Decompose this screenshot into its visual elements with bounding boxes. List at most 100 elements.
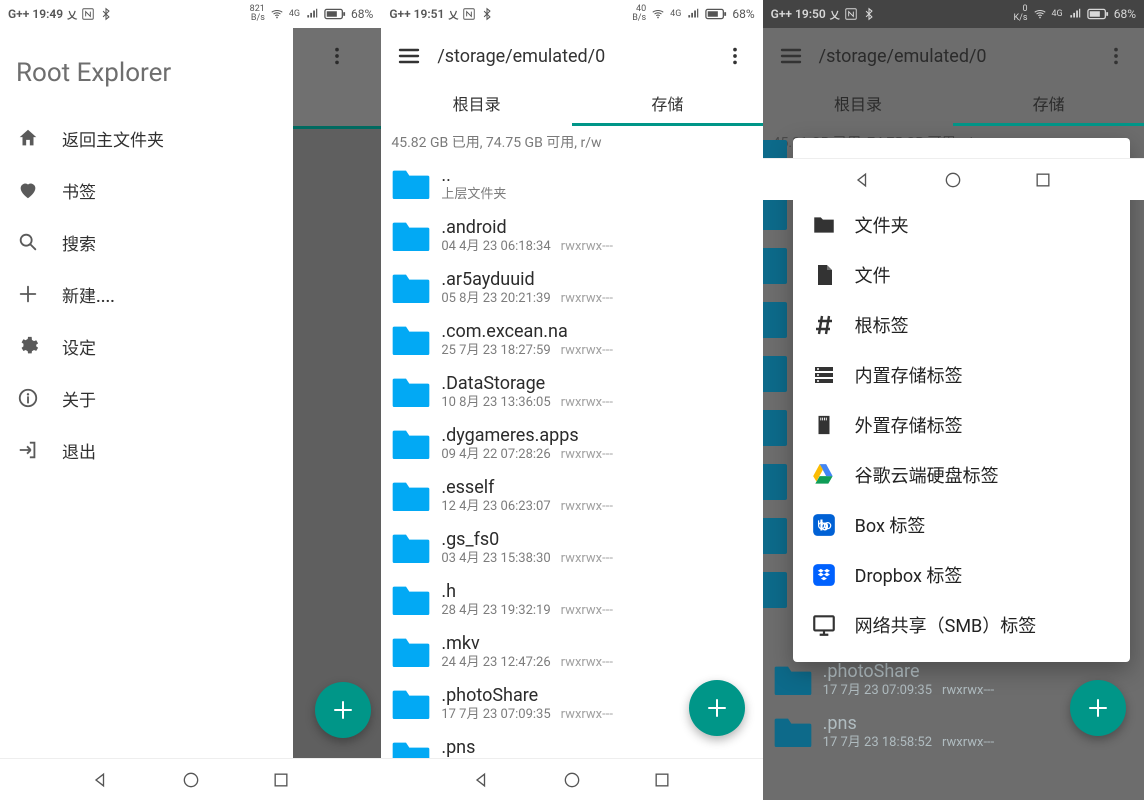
nav-recents-icon[interactable] [271, 770, 291, 790]
file-date: 05 8月 23 20:21:39 [441, 291, 550, 307]
nav-recents-icon[interactable] [652, 770, 672, 790]
file-row[interactable]: .ar5ayduuid 05 8月 23 20:21:39rwxrwx--- [381, 262, 762, 314]
battery-icon [1087, 8, 1109, 20]
popup-label: 内置存储标签 [855, 362, 963, 388]
overflow-icon[interactable] [326, 45, 348, 67]
popup-label: 文件夹 [855, 212, 909, 238]
fab-add[interactable] [689, 680, 745, 736]
tab-storage[interactable]: 存储 [572, 84, 763, 126]
popup-item-box-tab[interactable]: Box 标签 [793, 500, 1130, 550]
file-name: .. [441, 165, 506, 187]
gdrive-icon [811, 462, 837, 488]
status-time: G++ 19:51 [389, 7, 444, 21]
folder-icon [391, 271, 431, 305]
tab-storage[interactable]: 存储 [953, 84, 1144, 126]
nav-home-icon[interactable] [562, 770, 582, 790]
file-row[interactable]: .mkv 24 4月 23 12:47:26rwxrwx--- [381, 626, 762, 678]
file-perm: rwxrwx--- [942, 683, 994, 699]
popup-label: 外置存储标签 [855, 412, 963, 438]
net-speed: 40 B/s [632, 5, 646, 23]
net-speed: 0 K/s [1013, 5, 1027, 23]
overflow-icon[interactable] [1094, 34, 1138, 78]
hamburger-icon[interactable] [769, 34, 813, 78]
nav-home-icon[interactable] [943, 170, 963, 190]
popup-label: 根标签 [855, 312, 909, 338]
wifi-icon [270, 7, 284, 21]
file-name: .dygameres.apps [441, 425, 613, 447]
scrim[interactable] [293, 28, 381, 758]
nav-recents-icon[interactable] [1033, 170, 1053, 190]
popup-item-dropbox-tab[interactable]: Dropbox 标签 [793, 550, 1130, 600]
nav-back-icon[interactable] [472, 770, 492, 790]
file-row[interactable]: .android 04 4月 23 06:18:34rwxrwx--- [381, 210, 762, 262]
status-bar: G++ 19:51 乂 40 B/s 4G 68% [381, 0, 762, 28]
file-row[interactable]: .pns 17 7月 23 18:58:52rwxrwx--- [381, 730, 762, 758]
file-date: 12 4月 23 06:23:07 [441, 499, 550, 515]
battery-percent: 68% [1114, 7, 1136, 21]
file-row[interactable]: .dygameres.apps 09 4月 22 07:28:26rwxrwx-… [381, 418, 762, 470]
file-perm: rwxrwx--- [561, 499, 613, 515]
folder-icon [391, 427, 431, 461]
storage-icon [811, 362, 837, 388]
status-bar: G++ 19:50 乂 0 K/s 4G 68% [763, 0, 1144, 28]
file-name: .h [441, 581, 613, 603]
drawer-label: 退出 [62, 438, 96, 463]
hash-icon [811, 312, 837, 338]
popup-label: 文件 [855, 262, 891, 288]
file-row[interactable]: .com.excean.na 25 7月 23 18:27:59rwxrwx--… [381, 314, 762, 366]
gear-icon [16, 334, 40, 358]
signal-icon [686, 7, 700, 21]
drawer-label: 关于 [62, 386, 96, 411]
drawer-item-home[interactable]: 返回主文件夹 [0, 112, 293, 164]
tabs: 根目录 存储 [763, 84, 1144, 126]
popup-item-smb-tab[interactable]: 网络共享（SMB）标签 [793, 600, 1130, 650]
file-row[interactable]: .esself 12 4月 23 06:23:07rwxrwx--- [381, 470, 762, 522]
path-text[interactable]: /storage/emulated/0 [431, 46, 712, 67]
battery-icon [324, 8, 346, 20]
drawer-item-settings[interactable]: 设定 [0, 320, 293, 372]
status-time: G++ 19:50 [771, 7, 826, 21]
folder-icon [391, 739, 431, 758]
drawer-item-new[interactable]: 新建.... [0, 268, 293, 320]
file-name: .mkv [441, 633, 613, 655]
sd-icon [811, 412, 837, 438]
file-list[interactable]: .. 上层文件夹 .android 04 4月 23 06:18:34rwxrw… [381, 158, 762, 758]
drawer-item-search[interactable]: 搜索 [0, 216, 293, 268]
tab-root[interactable]: 根目录 [763, 84, 954, 126]
popup-item-internal-tab[interactable]: 内置存储标签 [793, 350, 1130, 400]
battery-percent: 68% [351, 7, 373, 21]
file-row[interactable]: .. 上层文件夹 [381, 158, 762, 210]
file-date: 10 8月 23 13:36:05 [441, 395, 550, 411]
tab-root[interactable]: 根目录 [381, 84, 572, 126]
signal-icon [1068, 7, 1082, 21]
file-perm: rwxrwx--- [561, 343, 613, 359]
popup-item-file[interactable]: 文件 [793, 250, 1130, 300]
popup-item-gdrive-tab[interactable]: 谷歌云端硬盘标签 [793, 450, 1130, 500]
overflow-icon[interactable] [713, 34, 757, 78]
nav-bar [381, 758, 762, 800]
file-date: 24 4月 23 12:47:26 [441, 655, 550, 671]
drawer-label: 新建.... [62, 282, 115, 307]
nav-home-icon[interactable] [181, 770, 201, 790]
fab-add[interactable] [315, 682, 371, 738]
drawer-item-about[interactable]: 关于 [0, 372, 293, 424]
hamburger-icon[interactable] [387, 34, 431, 78]
drawer-item-exit[interactable]: 退出 [0, 424, 293, 476]
drawer-item-bookmarks[interactable]: 书签 [0, 164, 293, 216]
file-row[interactable]: .h 28 4月 23 19:32:19rwxrwx--- [381, 574, 762, 626]
popup-item-folder[interactable]: 文件夹 [793, 200, 1130, 250]
file-perm: rwxrwx--- [561, 239, 613, 255]
nfc-icon [81, 7, 95, 21]
nav-back-icon[interactable] [853, 170, 873, 190]
file-row[interactable]: .DataStorage 10 8月 23 13:36:05rwxrwx--- [381, 366, 762, 418]
nfc-icon [844, 7, 858, 21]
file-row[interactable]: .gs_fs0 03 4月 23 15:38:30rwxrwx--- [381, 522, 762, 574]
fab-add[interactable] [1070, 680, 1126, 736]
popup-item-root-tab[interactable]: 根标签 [793, 300, 1130, 350]
file-perm: rwxrwx--- [561, 551, 613, 567]
path-text[interactable]: /storage/emulated/0 [813, 46, 1094, 67]
heart-icon [16, 178, 40, 202]
nav-back-icon[interactable] [91, 770, 111, 790]
popup-item-external-tab[interactable]: 外置存储标签 [793, 400, 1130, 450]
file-date: 09 4月 22 07:28:26 [441, 447, 550, 463]
